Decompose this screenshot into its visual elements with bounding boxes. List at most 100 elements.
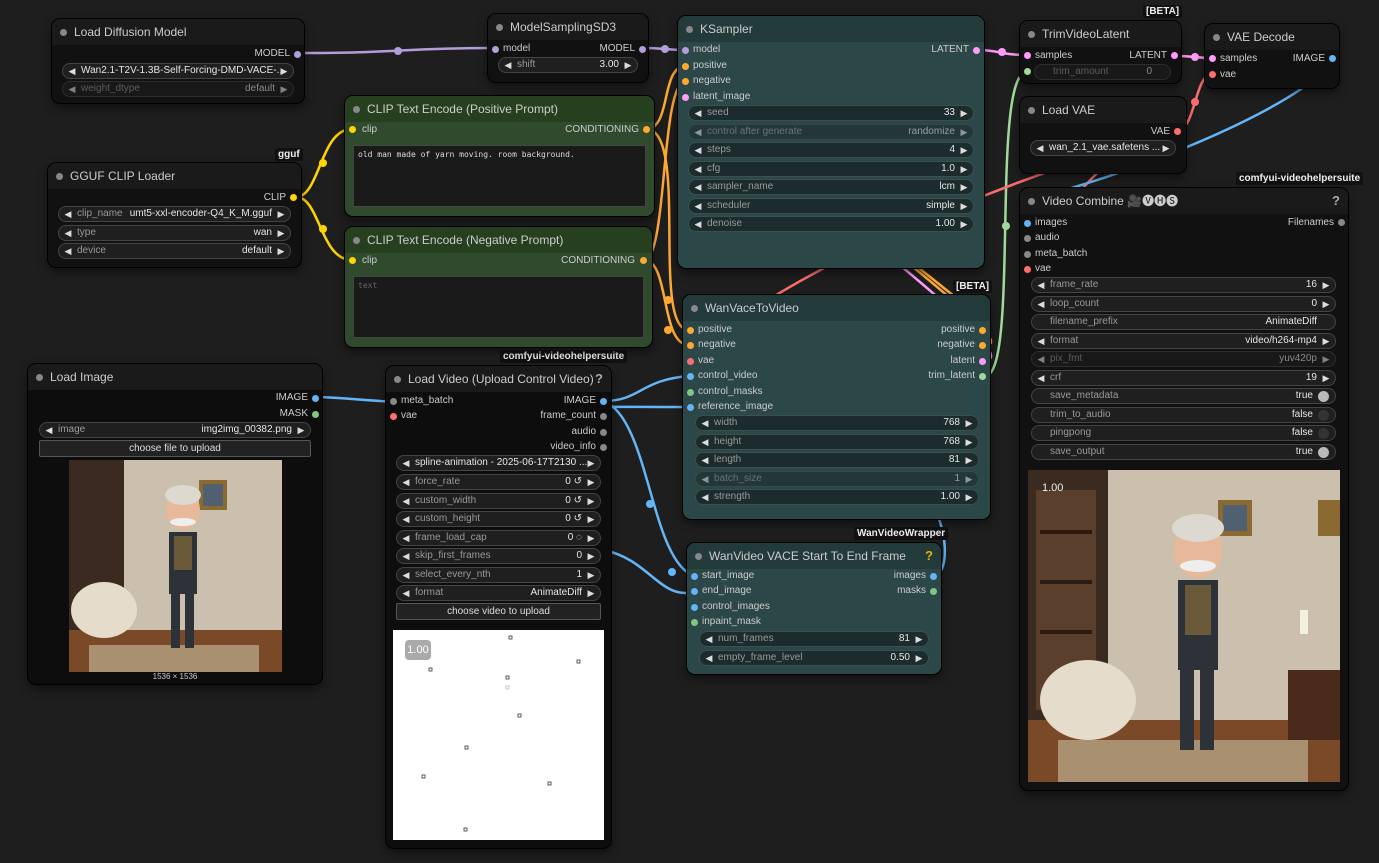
end-image-input-socket[interactable]: [691, 588, 698, 596]
vae-input-socket[interactable]: [687, 357, 694, 365]
model-input-socket[interactable]: [682, 47, 689, 54]
arrow-right-icon[interactable]: ▶: [958, 125, 970, 139]
save-metadata-widget[interactable]: save_metadata true: [1031, 388, 1336, 404]
filename-prefix-widget[interactable]: filename_prefix AnimateDiff: [1031, 314, 1336, 330]
empty-frame-level-widget[interactable]: ◀ empty_frame_level 0.50 ▶: [699, 649, 929, 666]
batch-size-widget[interactable]: ◀ batch_size 1 ▶: [695, 470, 979, 487]
clip-input-socket[interactable]: [349, 257, 356, 264]
negative-input-socket[interactable]: [687, 342, 694, 350]
control-video-input-socket[interactable]: [687, 373, 694, 381]
skip-first-frames-widget[interactable]: ◀ skip_first_frames 0 ▶: [396, 548, 601, 564]
collapse-dot-icon[interactable]: [691, 305, 698, 312]
format-widget[interactable]: ◀ format video/h264-mp4 ▶: [1031, 332, 1336, 349]
arrow-left-icon[interactable]: ◀: [400, 549, 412, 563]
conditioning-output-socket[interactable]: [643, 126, 650, 133]
node-header[interactable]: GGUF CLIP Loader: [48, 163, 301, 189]
node-header[interactable]: WanVaceToVideo: [683, 295, 990, 321]
load-vae-node[interactable]: Load VAE VAE ◀ wan_2.1_vae.safetens ... ▶: [1020, 97, 1186, 173]
node-header[interactable]: VAE Decode: [1205, 24, 1339, 50]
control-after-generate-widget[interactable]: ◀ control after generate randomize ▶: [688, 123, 974, 140]
arrow-left-icon[interactable]: ◀: [1035, 297, 1047, 311]
audio-input-socket[interactable]: [1024, 235, 1031, 243]
clip-text-encode-negative-node[interactable]: CLIP Text Encode (Negative Prompt) clip …: [345, 227, 652, 347]
frame-load-cap-widget[interactable]: ◀ frame_load_cap 0 ◌ ▶: [396, 529, 601, 546]
arrow-right-icon[interactable]: ▶: [963, 435, 975, 449]
node-header[interactable]: Load VAE: [1020, 97, 1186, 123]
toggle-knob-icon[interactable]: [1318, 446, 1329, 458]
mask-output-socket[interactable]: [312, 411, 319, 418]
arrow-right-icon[interactable]: ▶: [1320, 297, 1332, 311]
type-widget[interactable]: ◀ type wan ▶: [58, 224, 291, 241]
collapse-dot-icon[interactable]: [686, 26, 693, 33]
trim-amount-input-socket[interactable]: [1024, 68, 1031, 75]
arrow-left-icon[interactable]: ◀: [400, 512, 412, 526]
sampler-name-widget[interactable]: ◀ sampler_name lcm ▶: [688, 179, 974, 195]
arrow-right-icon[interactable]: ▶: [958, 162, 970, 176]
crf-widget[interactable]: ◀ crf 19 ▶: [1031, 369, 1336, 386]
collapse-dot-icon[interactable]: [394, 376, 401, 383]
arrow-right-icon[interactable]: ▶: [585, 549, 597, 563]
arrow-right-icon[interactable]: ▶: [913, 632, 925, 646]
pix-fmt-widget[interactable]: ◀ pix_fmt yuv420p ▶: [1031, 351, 1336, 367]
arrow-left-icon[interactable]: ◀: [699, 416, 711, 430]
arrow-right-icon[interactable]: ▶: [275, 207, 287, 221]
strength-widget[interactable]: ◀ strength 1.00 ▶: [695, 489, 979, 505]
arrow-left-icon[interactable]: ◀: [692, 125, 704, 139]
start-image-input-socket[interactable]: [691, 573, 698, 580]
latent-output-socket[interactable]: [979, 357, 986, 365]
arrow-left-icon[interactable]: ◀: [692, 106, 704, 120]
images-input-socket[interactable]: [1024, 220, 1031, 227]
node-header[interactable]: WanVideo VACE Start To End Frame?: [687, 543, 941, 569]
model-input-socket[interactable]: [492, 46, 499, 53]
gguf-clip-loader-node[interactable]: GGUF CLIP Loader CLIP ◀ clip_name umt5-xxl…: [48, 163, 301, 267]
video-info-output-socket[interactable]: [600, 444, 607, 452]
arrow-left-icon[interactable]: ◀: [692, 180, 704, 194]
positive-input-socket[interactable]: [682, 63, 689, 70]
image-combo[interactable]: ◀ image img2img_00382.png ▶: [39, 422, 311, 438]
model-output-socket[interactable]: [294, 51, 301, 58]
trim-amount-widget[interactable]: trim_amount 0: [1034, 64, 1171, 80]
clip-output-socket[interactable]: [290, 194, 297, 201]
arrow-left-icon[interactable]: ◀: [66, 82, 78, 96]
load-image-node[interactable]: Load Image IMAGE MASK ◀ image img2img_0038…: [28, 364, 322, 684]
wanvideo-vace-start-end-node[interactable]: WanVideo VACE Start To End Frame? start_…: [687, 543, 941, 674]
cfg-widget[interactable]: ◀ cfg 1.0 ▶: [688, 160, 974, 177]
arrow-left-icon[interactable]: ◀: [1035, 352, 1047, 366]
node-header[interactable]: Load Image: [28, 364, 322, 390]
image-output-socket[interactable]: [1329, 55, 1336, 62]
frame-count-output-socket[interactable]: [600, 413, 607, 421]
collapse-dot-icon[interactable]: [1028, 31, 1035, 38]
arrow-left-icon[interactable]: ◀: [1035, 334, 1047, 348]
steps-widget[interactable]: ◀ steps 4 ▶: [688, 142, 974, 158]
arrow-left-icon[interactable]: ◀: [692, 199, 704, 213]
arrow-right-icon[interactable]: ▶: [958, 106, 970, 120]
arrow-right-icon[interactable]: ▶: [585, 531, 597, 545]
node-header[interactable]: KSampler: [678, 16, 984, 42]
arrow-right-icon[interactable]: ▶: [275, 244, 287, 258]
trim-to-audio-widget[interactable]: trim_to_audio false: [1031, 406, 1336, 423]
clip-input-socket[interactable]: [349, 126, 356, 133]
meta-batch-input-socket[interactable]: [1024, 250, 1031, 258]
arrow-right-icon[interactable]: ▶: [1320, 334, 1332, 348]
arrow-right-icon[interactable]: ▶: [295, 423, 307, 437]
arrow-right-icon[interactable]: ▶: [585, 475, 597, 489]
shift-widget[interactable]: ◀ shift 3.00 ▶: [498, 57, 638, 73]
negative-output-socket[interactable]: [979, 342, 986, 350]
arrow-right-icon[interactable]: ▶: [958, 143, 970, 157]
arrow-left-icon[interactable]: ◀: [62, 244, 74, 258]
arrow-left-icon[interactable]: ◀: [1035, 371, 1047, 385]
inpaint-mask-input-socket[interactable]: [691, 619, 698, 627]
arrow-right-icon[interactable]: ▶: [585, 512, 597, 526]
arrow-right-icon[interactable]: ▶: [958, 217, 970, 231]
latent-output-socket[interactable]: [973, 47, 980, 54]
arrow-right-icon[interactable]: ▶: [278, 64, 290, 78]
images-output-socket[interactable]: [930, 573, 937, 580]
arrow-left-icon[interactable]: ◀: [400, 475, 412, 489]
model-output-socket[interactable]: [639, 46, 646, 53]
arrow-right-icon[interactable]: ▶: [1160, 141, 1172, 155]
prompt-textarea[interactable]: old man made of yarn moving. room backgr…: [353, 145, 646, 207]
samples-input-socket[interactable]: [1024, 52, 1031, 59]
height-widget[interactable]: ◀ height 768 ▶: [695, 433, 979, 450]
positive-output-socket[interactable]: [979, 327, 986, 334]
collapse-dot-icon[interactable]: [1213, 34, 1220, 41]
